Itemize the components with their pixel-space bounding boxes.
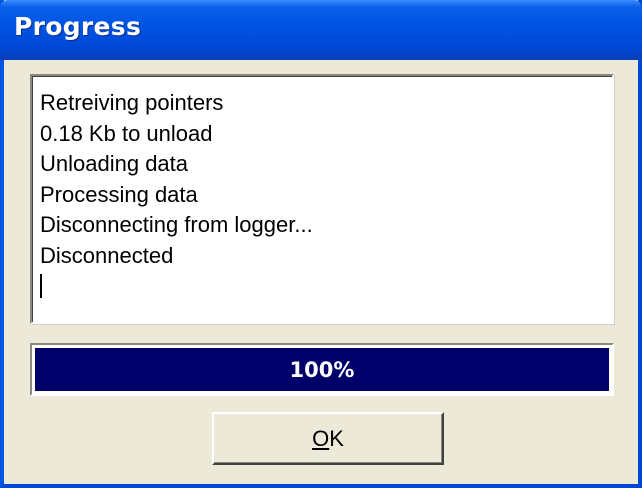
- ok-mnemonic: O: [312, 425, 330, 451]
- log-line: 0.18 Kb to unload: [40, 120, 213, 146]
- ok-label-rest: K: [329, 425, 344, 451]
- progress-dialog: Progress Retreiving pointers 0.18 Kb to …: [0, 0, 642, 488]
- text-caret: [40, 274, 313, 298]
- title-bar[interactable]: Progress: [0, 0, 642, 60]
- progress-track: 100%: [35, 348, 609, 391]
- progress-bar: 100%: [30, 343, 614, 396]
- log-textbox[interactable]: Retreiving pointers 0.18 Kb to unload Un…: [30, 74, 614, 324]
- ok-button-label: OK: [312, 426, 344, 452]
- log-line: Retreiving pointers: [40, 90, 224, 115]
- log-line: Disconnected: [40, 242, 174, 268]
- ok-button[interactable]: OK: [212, 412, 444, 465]
- log-line: Processing data: [40, 181, 198, 207]
- progress-percent-label: 100%: [289, 357, 355, 382]
- log-line: Unloading data: [40, 151, 189, 176]
- log-list: Retreiving pointers 0.18 Kb to unload Un…: [40, 88, 313, 298]
- log-line: Disconnecting from logger...: [40, 212, 313, 237]
- window-title: Progress: [14, 12, 142, 41]
